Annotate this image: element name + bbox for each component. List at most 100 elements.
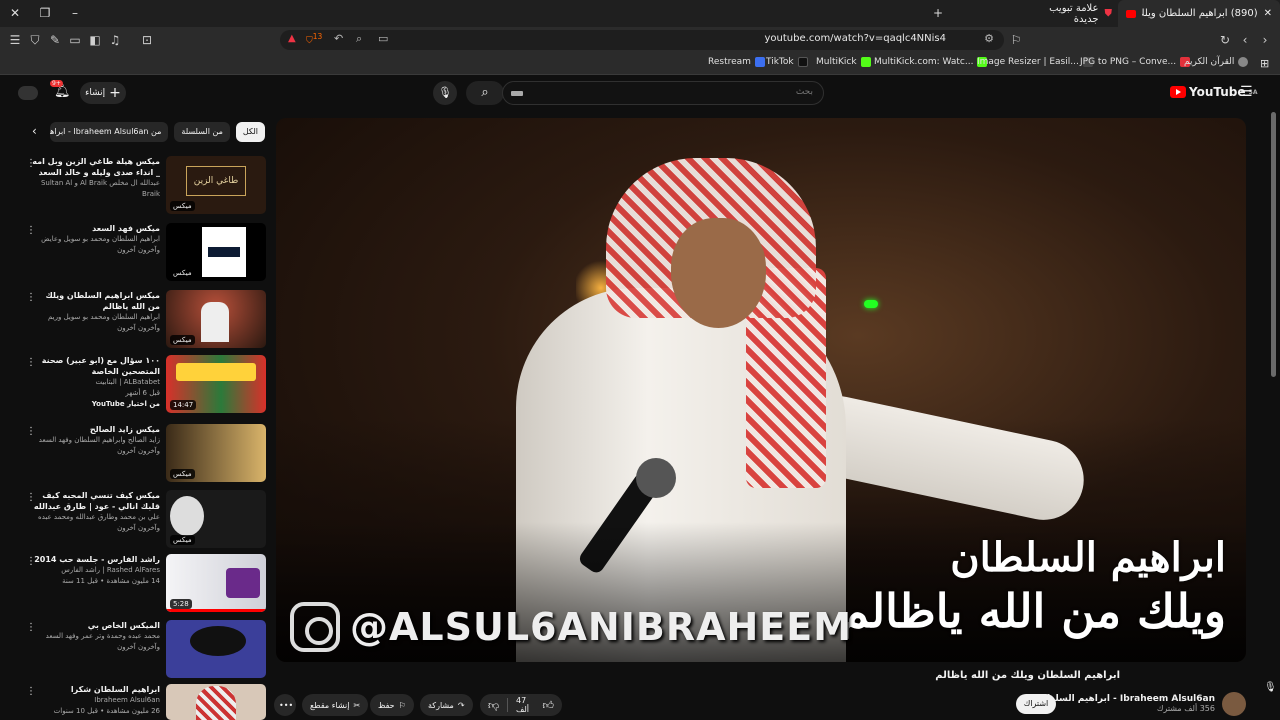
notifications-bell-icon[interactable]: 🔔︎ 9+ [50,80,71,99]
youtube-pick-label: من اختيار YouTube [91,400,160,408]
wallet-icon[interactable]: ▭ [66,31,84,49]
bookmark-icon[interactable]: ⚐ [1007,31,1025,49]
more-options-icon[interactable]: ⋮ [26,292,36,303]
sidebar-icon[interactable]: ◧ [86,31,104,49]
tab-new-tab[interactable]: ⛊ علامة تبويب جديدة [1022,0,1120,27]
restore-window-icon[interactable]: ❐ [36,4,54,22]
thumbnail-art [202,227,246,277]
mix-badge: ميكس [170,335,195,345]
list-item[interactable]: ميكس ميكس فهد السعد ابراهيم السلطان ومحمد… [20,223,266,285]
list-item[interactable]: الميكس الخاص بي محمد عبده وحمدة وتر عمر و… [20,620,266,682]
more-options-icon[interactable]: ⋮ [26,686,36,697]
zoom-icon[interactable]: ⌕ [356,32,362,46]
list-item[interactable]: طاغي الزين ميكس ميكس هيلة طاغي الزين وبل … [20,156,266,218]
hamburger-menu-icon[interactable]: ☰ [1240,84,1253,100]
list-item[interactable]: ميكس ميكس ابراهيم السلطان ويلك من الله ي… [20,290,266,352]
more-options-icon[interactable]: ⋮ [26,622,36,633]
bookmark-label: MultiKick.com: Watc... [874,57,974,67]
share-icon[interactable]: ↶ [334,32,343,45]
brave-shield-icon[interactable]: ⛉13 [306,32,322,46]
bookmark-multikick[interactable]: MultiKick [816,57,871,67]
bookmarks-grid-icon[interactable]: ⊞ [1260,57,1269,70]
more-options-icon[interactable]: ⋮ [26,426,36,437]
chip-all[interactable]: الكل [235,122,265,142]
list-item[interactable]: 5:28 راشد الفارس - جلسة حب 2014 Rashed Al… [20,554,266,616]
handle-text: @ALSUL6ANIBRAHEEM [350,605,853,649]
back-icon[interactable]: ‹ [1236,31,1254,49]
video-thumbnail[interactable] [166,684,266,720]
thumbnail-art [176,363,256,381]
more-options-icon[interactable]: ⋮ [26,158,36,169]
keyboard-icon[interactable] [511,91,523,96]
more-options-icon[interactable]: ⋮ [26,225,36,236]
extensions-icon[interactable]: ✎ [46,31,64,49]
list-item[interactable]: ميكس ميكس زايد الصالح زايد الصالح وابراهي… [20,424,266,486]
page-scrollbar[interactable] [1271,112,1276,377]
address-bar[interactable]: ▲ ⛉13 ↶ ⌕ ▭ youtube.com/watch?v=qaqlc4NN… [280,30,1004,50]
video-thumbnail[interactable]: 5:28 [166,554,266,612]
more-options-icon[interactable]: ⋮ [26,492,36,503]
video-thumbnail[interactable]: 14:47 [166,355,266,413]
menu-icon[interactable]: ☰ [6,31,24,49]
site-settings-icon[interactable]: ⚙ [984,32,994,45]
search-button[interactable]: ⌕ [466,81,504,105]
video-thumbnail[interactable]: ميكس [166,290,266,348]
music-icon[interactable]: ♫ [106,31,124,49]
more-options-icon[interactable]: ⋮ [26,556,36,567]
channel-avatar[interactable] [1222,692,1246,716]
video-title: ١٠٠ سؤال مع (ابو عبير) صحنة المتصحين الخ… [41,356,160,376]
watch-progress [166,609,266,612]
forward-icon[interactable]: › [1256,31,1274,49]
video-thumbnail[interactable] [166,620,266,678]
dislike-icon[interactable]: 👎︎ [488,699,499,712]
like-icon[interactable]: 👍︎ [543,699,555,712]
create-button[interactable]: إنشاء + [80,82,126,104]
new-tab-icon[interactable]: + [929,4,947,22]
url-text[interactable]: youtube.com/watch?v=qaqlc4NNis4 [765,33,946,44]
bookmark-jpg-to-png[interactable]: JPG to PNG – Conve... [1080,57,1191,67]
minimize-window-icon[interactable]: – [66,4,84,22]
list-item[interactable]: ابراهيم السلطان شكرا Ibraheem Alsul6an 26 … [20,684,266,720]
more-actions-icon[interactable]: ••• [274,694,296,716]
cast-icon[interactable]: ▭ [378,32,388,45]
save-button[interactable]: حفظ ⚐ [370,694,414,716]
chip-from-series[interactable]: من السلسلة [174,122,230,142]
tab-active-video[interactable]: ✕ (890) ابراهيم السلطان ويلك من الله [1118,0,1280,27]
share-button[interactable]: مشاركة ↷ [420,694,473,716]
reload-icon[interactable]: ↻ [1216,31,1234,49]
video-thumbnail[interactable]: ميكس [166,424,266,482]
mix-badge: ميكس [170,268,195,278]
voice-search-icon[interactable]: 🎙︎ [433,81,457,105]
search-placeholder: بحث [795,87,813,97]
list-item[interactable]: ميكس ميكس كيف تنسي المحبه كيف قلبك انالي… [20,490,266,552]
tab-close-icon[interactable]: ✕ [1264,8,1272,19]
chip-from-channel[interactable]: من Ibraheem Alsul6an - ابراهيم السلطان [50,122,169,142]
bookmark-restream[interactable]: Restream [708,57,765,67]
shield-icon[interactable]: ⛉ [26,31,44,49]
chips-next-icon[interactable]: ‹ [32,124,37,138]
list-item[interactable]: 14:47 ١٠٠ سؤال مع (ابو عبير) صحنة المتصح… [20,355,266,419]
clip-button[interactable]: إنشاء مقطع ✂ [302,694,369,716]
more-options-icon[interactable]: ⋮ [26,357,36,368]
avatar[interactable] [18,86,38,100]
video-subtitle: ابراهيم السلطان ومحمد بو سويل وريم وآخرو… [48,313,160,332]
bookmarks-bar: Restream TikTok MultiKick MultiKick.com:… [0,53,1280,75]
bookmark-tiktok[interactable]: TikTok [766,57,808,67]
like-dislike-button[interactable]: 👎︎ 47 ألف 👍︎ [480,694,562,716]
video-thumbnail[interactable]: ميكس [166,223,266,281]
like-count: 47 ألف [516,696,529,714]
thumbnail-art [196,686,236,720]
video-player[interactable]: ابراهيم السلطان ويلك من الله ياظالم @ALS… [276,118,1246,662]
bookmark-image-resizer[interactable]: Image Resizer | Easil... [977,57,1093,67]
close-window-icon[interactable]: ✕ [6,4,24,22]
bookmark-multikick-watch[interactable]: MultiKick.com: Watc... [874,57,988,67]
subscribe-button[interactable]: اشتراك [1016,694,1056,714]
video-meta: ميكس فهد السعد ابراهيم السلطان ومحمد بو س… [32,223,160,256]
screenshot-icon[interactable]: ⊡ [138,31,156,49]
video-thumbnail[interactable]: طاغي الزين ميكس [166,156,266,214]
bookmark-quran[interactable]: القرآن الكريم [1184,57,1249,67]
channel-name[interactable]: Ibraheem Alsul6an - ابراهيم السلطان [1036,694,1215,704]
brave-rewards-icon[interactable]: ▲ [288,33,296,44]
video-thumbnail[interactable]: ميكس [166,490,266,548]
search-input[interactable]: بحث [502,81,824,105]
